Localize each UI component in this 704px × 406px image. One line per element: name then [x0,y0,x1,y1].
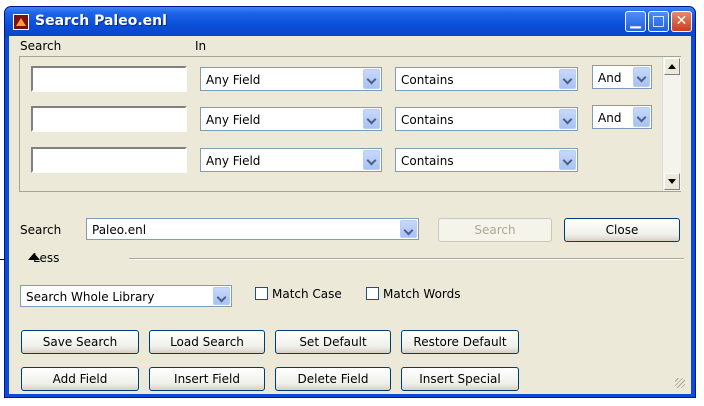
search-term-input-1[interactable] [31,66,187,92]
minimize-icon: ▁ [630,13,641,29]
operator-select-3[interactable]: Contains [395,148,578,172]
search-term-input-3[interactable] [31,147,187,173]
field-select-2-value: Any Field [206,113,261,127]
section-divider [129,258,684,260]
field-select-1[interactable]: Any Field [200,67,382,91]
match-words-label[interactable]: Match Words [383,287,461,301]
title-bar[interactable]: Search Paleo.enl ▁ □ ✕ [5,7,695,37]
scroll-up-icon[interactable] [664,58,680,75]
set-default-button[interactable]: Set Default [275,330,391,354]
chevron-down-icon[interactable] [633,107,650,127]
close-button[interactable]: Close [564,218,680,242]
resize-grip-icon[interactable] [675,378,685,388]
restore-default-button[interactable]: Restore Default [401,330,519,354]
window-title: Search Paleo.enl [35,13,167,29]
arrow-up-icon[interactable] [28,253,40,260]
search-term-input-2[interactable] [31,106,187,132]
close-icon: ✕ [675,13,688,29]
chevron-down-icon[interactable] [363,150,380,170]
field-select-2[interactable]: Any Field [200,107,382,131]
operator-select-2-value: Contains [401,113,454,127]
operator-select-1[interactable]: Contains [395,67,578,91]
bool-select-1[interactable]: And [592,65,652,89]
operator-select-2[interactable]: Contains [395,107,578,131]
match-case-checkbox[interactable] [255,287,268,300]
insert-special-button[interactable]: Insert Special [401,367,519,391]
dialog-client: Search In Any Field Contains And Any Fie… [9,36,691,394]
chevron-down-icon[interactable] [633,67,650,87]
criteria-scrollbar[interactable] [662,57,681,191]
operator-select-1-value: Contains [401,73,454,87]
delete-field-button[interactable]: Delete Field [275,367,391,391]
endnote-library-icon [13,14,29,30]
field-select-1-value: Any Field [206,73,261,87]
field-select-3[interactable]: Any Field [200,148,382,172]
chevron-down-icon[interactable] [400,220,417,238]
save-search-button[interactable]: Save Search [21,330,139,354]
close-window-button[interactable]: ✕ [671,11,692,32]
bool-select-1-value: And [598,71,622,85]
match-case-label[interactable]: Match Case [272,287,342,301]
chevron-down-icon[interactable] [559,69,576,89]
minimize-button[interactable]: ▁ [625,11,646,32]
chevron-down-icon[interactable] [559,150,576,170]
match-words-checkbox[interactable] [366,287,379,300]
search-button[interactable]: Search [438,218,552,242]
search-column-header: Search [20,39,62,53]
scroll-down-icon[interactable] [664,173,680,190]
bool-select-2-value: And [598,111,622,125]
library-select[interactable]: Paleo.enl [86,218,419,240]
chevron-down-icon[interactable] [363,109,380,129]
operator-select-3-value: Contains [401,154,454,168]
chevron-down-icon[interactable] [213,287,230,305]
bool-select-2[interactable]: And [592,105,652,129]
chevron-down-icon[interactable] [559,109,576,129]
library-label: Search [20,223,62,237]
add-field-button[interactable]: Add Field [21,367,139,391]
maximize-icon: □ [651,13,666,29]
insert-field-button[interactable]: Insert Field [149,367,265,391]
field-select-3-value: Any Field [206,154,261,168]
maximize-button[interactable]: □ [648,11,669,32]
scope-select[interactable]: Search Whole Library [20,285,232,307]
chevron-down-icon[interactable] [363,69,380,89]
search-criteria-panel: Any Field Contains And Any Field Contain… [19,56,681,192]
load-search-button[interactable]: Load Search [149,330,265,354]
library-select-value: Paleo.enl [92,223,147,237]
scope-select-value: Search Whole Library [26,290,155,304]
in-column-header: In [195,39,207,53]
